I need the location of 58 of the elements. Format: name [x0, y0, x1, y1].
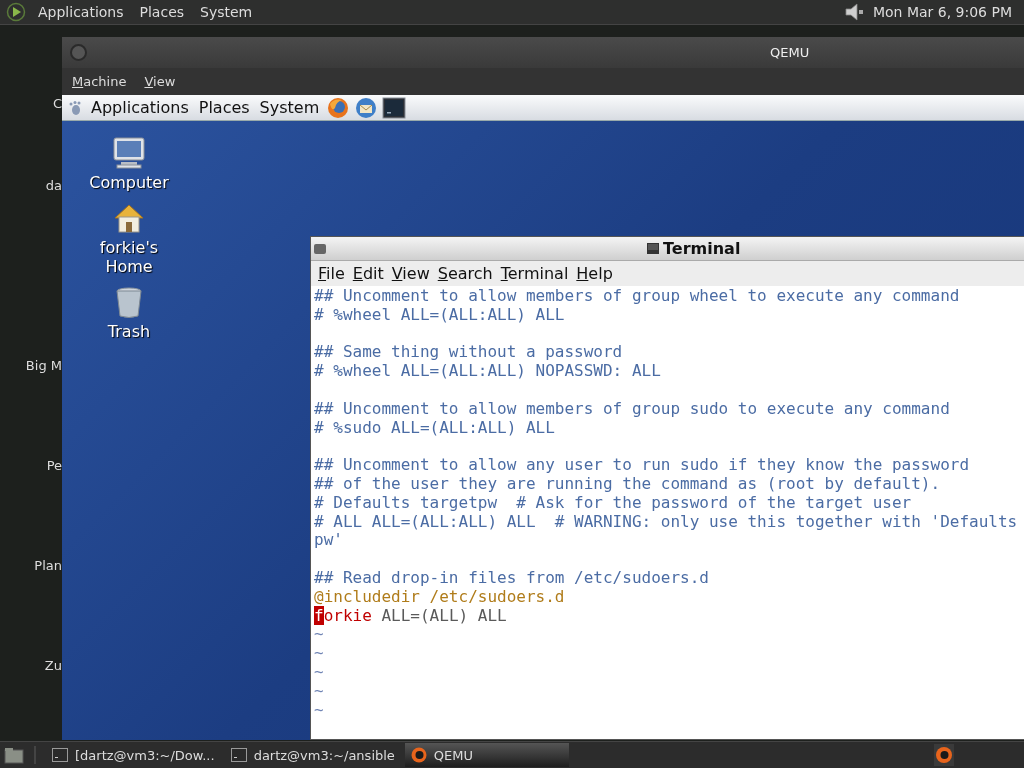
code-line: ## Uncomment to allow any user to run sudo if they know the password: [314, 456, 971, 475]
code-line: ## Read drop-in files from /etc/sudoers.d: [314, 568, 710, 588]
code-line: # %wheel ALL=(ALL:ALL) ALL: [314, 305, 566, 325]
desktop-icon-label: C: [52, 96, 62, 111]
code-line: ~: [314, 662, 325, 682]
menu-item[interactable]: Search: [437, 264, 493, 283]
code-line: # %wheel ALL=(ALL:ALL) NOPASSWD: ALL: [314, 362, 662, 381]
globe-icon[interactable]: [326, 95, 351, 120]
desktop-icon-label: Pe: [46, 458, 62, 473]
desktop-icon-label: Plan: [34, 558, 62, 573]
desktop-icon-label[interactable]: Trash: [84, 322, 174, 341]
panel-menu[interactable]: System: [256, 98, 323, 117]
menu-item[interactable]: Edit: [352, 264, 384, 283]
window-title: Terminal: [663, 239, 741, 258]
menu-item[interactable]: File: [318, 264, 345, 283]
code-line: ~: [314, 681, 325, 701]
code-line: ~: [314, 700, 325, 720]
speaker-icon[interactable]: [842, 1, 865, 23]
menu-item[interactable]: View: [144, 74, 176, 89]
taskbar-button[interactable]: dartz@vm3:~/ansible: [224, 743, 401, 767]
menu-item[interactable]: Terminal: [500, 264, 569, 283]
terminal-icon: [52, 748, 68, 762]
logo-icon[interactable]: [6, 2, 26, 22]
desktop-icon-label[interactable]: forkie's Home: [84, 238, 174, 276]
menu-item[interactable]: View: [391, 264, 430, 283]
panel-menu[interactable]: Places: [135, 4, 189, 20]
terminal-icon: [230, 748, 247, 762]
clock[interactable]: Mon Mar 6, 9:06 PM: [872, 4, 1018, 20]
code-line: ## of the user they are running the command as (root by default).: [314, 474, 942, 494]
menu-item[interactable]: Machine: [72, 74, 127, 89]
code-line: pw': [314, 531, 344, 551]
taskbar-button[interactable]: [dartz@vm3:~/Dow...: [46, 743, 221, 767]
computer-icon[interactable]: [111, 135, 147, 171]
code-line: ## Uncomment to allow members of group sudo to execute any command: [314, 399, 951, 419]
panel-menu[interactable]: System: [196, 4, 257, 20]
code-line: ~: [314, 644, 325, 663]
panel-menu[interactable]: Applications: [34, 4, 128, 20]
desktop-icon-label: Big M: [25, 358, 62, 373]
code-line: # ALL ALL=(ALL:ALL) ALL # WARNING: only use this together with 'Defaults: [314, 512, 1019, 532]
terminal-icon[interactable]: [382, 96, 407, 119]
desktop-icon-label[interactable]: Computer: [84, 173, 174, 192]
code-line: ## Same thing without a password: [314, 343, 624, 363]
code-line: @includedir /etc/sudoers.d: [314, 587, 566, 607]
show-desktop-icon[interactable]: [4, 746, 24, 764]
code-line: # %sudo ALL=(ALL:ALL) ALL: [314, 418, 556, 438]
menu-item[interactable]: Help: [576, 264, 613, 283]
panel-menu[interactable]: Applications: [88, 98, 192, 117]
desktop-icon-label: da: [45, 178, 62, 193]
code-line: ## Uncomment to allow members of group wheel to execute any command: [314, 287, 961, 306]
window-title: QEMU: [770, 45, 810, 60]
terminal-icon: [647, 243, 659, 254]
code-line: ~: [314, 625, 325, 645]
desktop-icon-label: Zu: [44, 658, 62, 673]
panel-menu[interactable]: Places: [195, 98, 253, 117]
code-line: # Defaults targetpw # Ask for the password of the target user: [314, 493, 913, 513]
code-line: forkie ALL=(ALL) ALL: [314, 606, 508, 626]
window-menu-button[interactable]: [314, 243, 326, 254]
taskbar-button[interactable]: QEMU: [404, 743, 569, 767]
